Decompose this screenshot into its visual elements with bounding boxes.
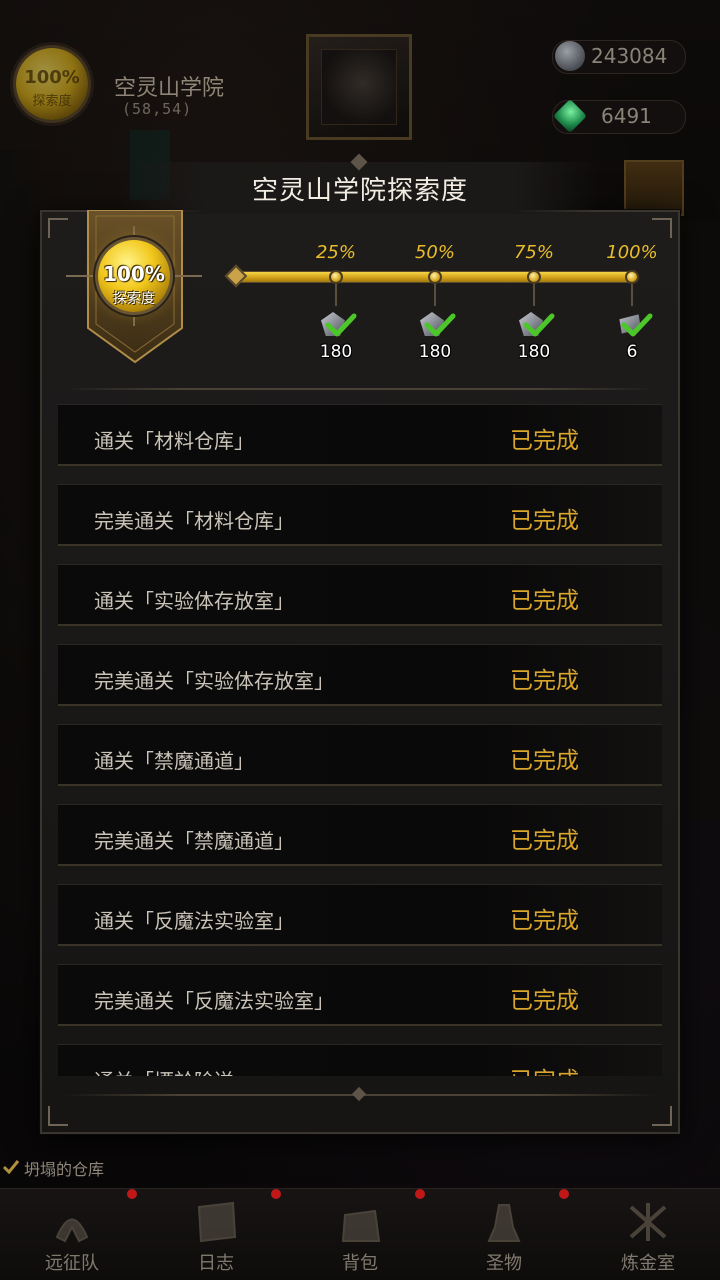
claimed-check-icon [424,313,456,337]
helmet-icon [55,1218,89,1243]
milestone-node [428,270,442,284]
milestone-percent: 100% [606,242,658,263]
current-quest[interactable]: 坍塌的仓库 [0,1156,200,1186]
milestone-node [527,270,541,284]
quest-name: 坍塌的仓库 [24,1160,105,1179]
task-row[interactable]: 通关「堙於除送 已完成 [58,1044,662,1076]
resource-ore[interactable]: 243084 [552,40,686,74]
game-screen: 100% 探索度 空灵山学院 (58,54) 243084 6491 空灵山学院… [0,0,720,1280]
milestone-node [625,270,639,284]
task-list[interactable]: 通关「材料仓库」 已完成 完美通关「材料仓库」 已完成 通关「实验体存放室」 已完成 完美通… [58,404,662,1076]
task-label: 通关「反魔法实验室」 [94,909,294,933]
dragon-portrait-icon [321,49,397,125]
task-row[interactable]: 通关「反魔法实验室」 已完成 [58,884,662,946]
hud-exploration-percent: 100% [24,67,80,88]
milestone-reward[interactable]: 180 [412,308,458,362]
nav-item-1[interactable]: 日志 [127,1189,288,1280]
panel-corner-ornament [652,218,672,238]
task-status: 已完成 [510,1061,579,1076]
task-status: 已完成 [510,588,579,614]
task-status: 已完成 [510,988,579,1014]
milestone-percent: 25% [315,242,356,263]
bag-icon [341,1209,381,1242]
bottom-nav: 远征队 日志 背包 圣物 炼金室 [0,1188,720,1280]
exploration-label: 探索度 [113,291,155,307]
relic-icon [487,1204,521,1242]
notification-dot [559,1189,569,1199]
task-label: 通关「堙於除送 [94,1065,234,1076]
panel-corner-ornament [652,1106,672,1126]
nav-item-4[interactable]: 炼金室 [559,1189,720,1280]
resource-gem[interactable]: 6491 [552,99,686,134]
task-row[interactable]: 完美通关「反魔法实验室」 已完成 [58,964,662,1026]
task-row[interactable]: 完美通关「材料仓库」 已完成 [58,484,662,546]
claimed-check-icon [325,313,357,337]
milestone-percent: 50% [414,242,455,263]
ore-stone-icon [555,41,585,71]
task-label: 通关「实验体存放室」 [94,589,294,613]
nav-item-2[interactable]: 背包 [271,1189,432,1280]
green-gem-icon [553,99,587,133]
task-row[interactable]: 通关「禁魔通道」 已完成 [58,724,662,786]
task-label: 完美通关「禁魔通道」 [94,829,294,853]
task-status: 已完成 [510,908,579,934]
scroll-icon [197,1201,237,1243]
reward-count: 180 [418,342,452,362]
nav-label: 远征队 [45,1253,99,1274]
hud-exploration-label: 探索度 [32,94,72,109]
task-row[interactable]: 通关「实验体存放室」 已完成 [58,564,662,626]
task-label: 完美通关「反魔法实验室」 [94,989,334,1013]
panel-corner-ornament [48,1106,68,1126]
nav-item-0[interactable]: 远征队 [0,1189,144,1280]
task-row[interactable]: 通关「材料仓库」 已完成 [58,404,662,466]
task-label: 完美通关「实验体存放室」 [94,669,334,693]
task-row[interactable]: 完美通关「禁魔通道」 已完成 [58,804,662,866]
panel-title: 空灵山学院探索度 [251,176,468,206]
notification-dot [271,1189,281,1199]
task-label: 通关「材料仓库」 [94,429,254,453]
task-label: 完美通关「材料仓库」 [94,509,294,533]
task-status: 已完成 [510,748,579,774]
milestone-stem [631,284,633,306]
claimed-check-icon [523,313,555,337]
task-status: 已完成 [510,508,579,534]
milestone-reward[interactable]: 180 [313,308,359,362]
task-status: 已完成 [510,668,579,694]
task-row[interactable]: 完美通关「实验体存放室」 已完成 [58,644,662,706]
milestone-reward[interactable]: 6 [609,308,655,362]
panel-corner-ornament [48,218,68,238]
nav-label: 背包 [342,1253,378,1274]
notification-dot [127,1189,137,1199]
task-label: 通关「禁魔通道」 [94,749,254,773]
claimed-check-icon [621,313,653,337]
gift-box-icon[interactable] [624,160,684,216]
nav-label: 圣物 [486,1253,522,1274]
gem-amount: 6491 [601,104,652,128]
milestone-stem [434,284,436,306]
ore-amount: 243084 [591,44,668,68]
milestone-stem [533,284,535,306]
reward-count: 6 [626,342,638,362]
milestone-reward[interactable]: 180 [511,308,557,362]
notification-dot [415,1189,425,1199]
reward-count: 180 [319,342,353,362]
task-status: 已完成 [510,428,579,454]
nav-label: 炼金室 [621,1253,675,1274]
milestone-percent: 75% [513,242,554,263]
milestone-stem [335,284,337,306]
boss-portrait[interactable] [306,34,412,140]
nav-label: 日志 [198,1253,234,1274]
location-name: 空灵山学院 [114,76,225,101]
quest-check-icon [2,1160,20,1175]
nav-item-3[interactable]: 圣物 [415,1189,576,1280]
header-divider [64,388,656,390]
task-status: 已完成 [510,828,579,854]
milestone-node [329,270,343,284]
reward-count: 180 [517,342,551,362]
exploration-percent: 100% [103,262,165,286]
location-coordinates: (58,54) [122,100,193,118]
location-header[interactable]: 100% 探索度 空灵山学院 (58,54) [0,40,290,130]
alchemy-icon [629,1203,667,1241]
